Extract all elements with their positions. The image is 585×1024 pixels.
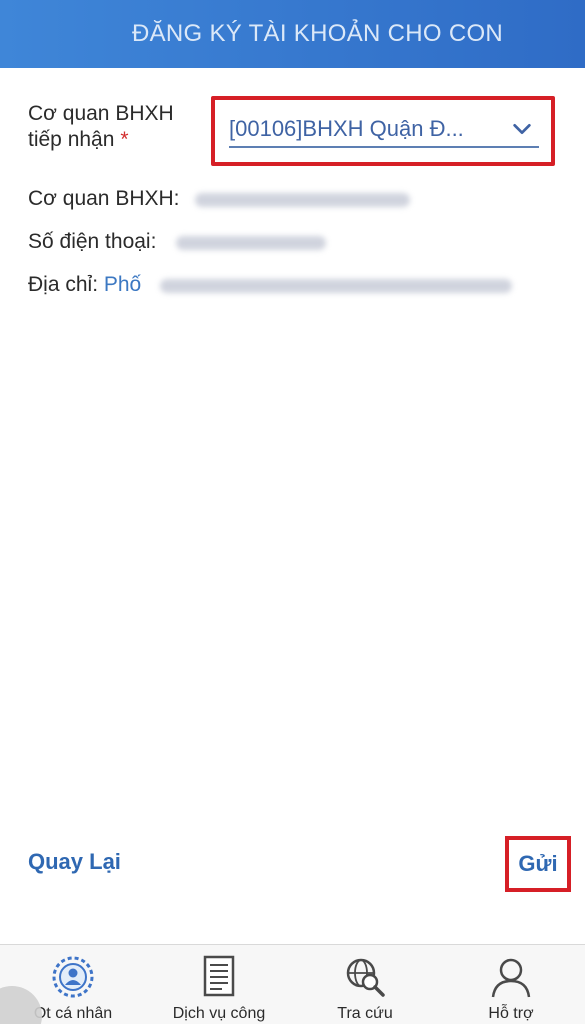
address-label: Địa chỉ: <box>28 273 99 296</box>
personal-account-icon <box>52 956 94 998</box>
bottom-tab-bar: Ot cá nhân Dịch vụ công Tra cứu Hỗ trợ <box>0 944 585 1024</box>
address-value-redacted <box>160 279 512 293</box>
tab-support-label: Hỗ trợ <box>488 1005 534 1022</box>
user-support-icon <box>491 958 531 998</box>
document-icon <box>203 955 235 997</box>
tab-public-services-label: Dịch vụ công <box>172 1005 266 1022</box>
top-bar: ĐĂNG KÝ TÀI KHOẢN CHO CON <box>0 0 585 68</box>
tab-support[interactable]: Hỗ trợ <box>438 945 584 1024</box>
send-button[interactable]: Gửi <box>505 836 571 892</box>
agency-info-label: Cơ quan BHXH: <box>28 187 180 210</box>
phone-value-redacted <box>176 236 326 250</box>
tab-public-services[interactable]: Dịch vụ công <box>146 945 292 1024</box>
tab-lookup[interactable]: Tra cứu <box>292 945 438 1024</box>
agency-select-highlight: [00106]BHXH Quận Đ... <box>211 96 555 166</box>
agency-select-value: [00106]BHXH Quận Đ... <box>229 116 464 141</box>
back-button[interactable]: Quay Lại <box>28 849 121 875</box>
page-title: ĐĂNG KÝ TÀI KHOẢN CHO CON <box>131 20 504 47</box>
agency-field-label: Cơ quan BHXH tiếp nhận * <box>28 101 208 153</box>
chevron-down-icon <box>513 123 531 135</box>
required-mark: * <box>120 128 129 151</box>
phone-label: Số điện thoại: <box>28 230 157 253</box>
tab-lookup-label: Tra cứu <box>337 1005 393 1022</box>
globe-search-icon <box>346 958 385 997</box>
agency-label-text: Cơ quan BHXH tiếp nhận <box>28 102 174 151</box>
send-button-label: Gửi <box>518 851 558 876</box>
register-child-account-screen: ĐĂNG KÝ TÀI KHOẢN CHO CON Cơ quan BHXH t… <box>0 0 585 1024</box>
agency-select[interactable]: [00106]BHXH Quận Đ... <box>229 112 539 148</box>
agency-info-value-redacted <box>195 193 410 207</box>
address-prefix: Phố <box>103 273 142 296</box>
address-row: Địa chỉ: Phố <box>28 272 141 298</box>
